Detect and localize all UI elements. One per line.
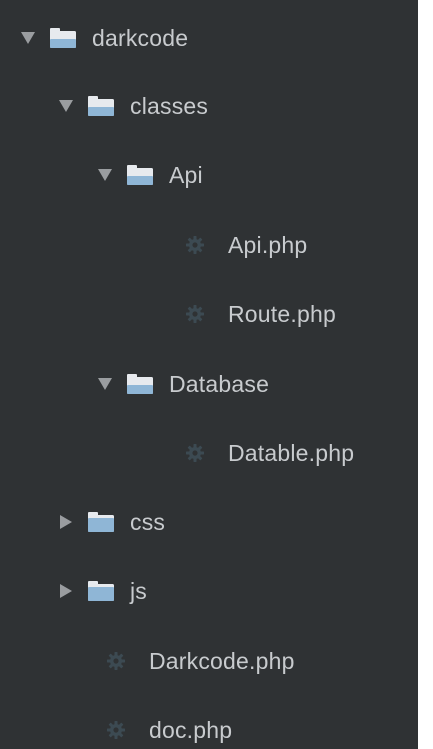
gear-icon (184, 234, 206, 256)
chevron-down-icon[interactable] (97, 166, 113, 184)
folder-open-icon (86, 94, 116, 118)
chevron-down-icon[interactable] (58, 97, 74, 115)
gear-icon (105, 650, 127, 672)
gear-icon (184, 303, 206, 325)
tree-item-api-php[interactable]: Api.php (0, 225, 418, 265)
tree-item-label: css (130, 508, 166, 535)
tree-item-label: Api.php (228, 231, 308, 258)
tree-item-database-folder[interactable]: Database (0, 364, 418, 404)
folder-open-icon (48, 26, 78, 50)
tree-item-route-php[interactable]: Route.php (0, 294, 418, 334)
gear-icon (105, 719, 127, 741)
tree-item-label: Datable.php (228, 439, 355, 466)
chevron-down-icon[interactable] (97, 375, 113, 393)
tree-item-js-folder[interactable]: js (0, 571, 418, 611)
tree-item-classes[interactable]: classes (0, 86, 418, 126)
chevron-right-icon[interactable] (58, 582, 74, 600)
folder-closed-icon (86, 579, 116, 603)
tree-item-api-folder[interactable]: Api (0, 155, 418, 195)
file-tree-panel: darkcode classes Api Api.php Route.php D… (0, 0, 418, 749)
tree-item-darkcode[interactable]: darkcode (0, 18, 418, 58)
tree-item-label: Darkcode.php (149, 647, 295, 674)
chevron-right-icon[interactable] (58, 513, 74, 531)
tree-item-label: classes (130, 92, 209, 119)
tree-item-label: Route.php (228, 300, 336, 327)
tree-item-css-folder[interactable]: css (0, 502, 418, 542)
tree-item-datable-php[interactable]: Datable.php (0, 433, 418, 473)
tree-item-label: js (130, 577, 148, 604)
folder-open-icon (125, 163, 155, 187)
tree-item-label: Database (169, 370, 270, 397)
tree-item-darkcode-php[interactable]: Darkcode.php (0, 641, 418, 681)
scrollbar-track[interactable] (418, 0, 433, 749)
folder-open-icon (125, 372, 155, 396)
tree-item-label: darkcode (92, 24, 189, 51)
chevron-down-icon[interactable] (20, 29, 36, 47)
tree-item-label: doc.php (149, 716, 233, 743)
tree-item-label: Api (169, 161, 203, 188)
folder-closed-icon (86, 510, 116, 534)
gear-icon (184, 442, 206, 464)
tree-item-doc-php[interactable]: doc.php (0, 710, 418, 749)
